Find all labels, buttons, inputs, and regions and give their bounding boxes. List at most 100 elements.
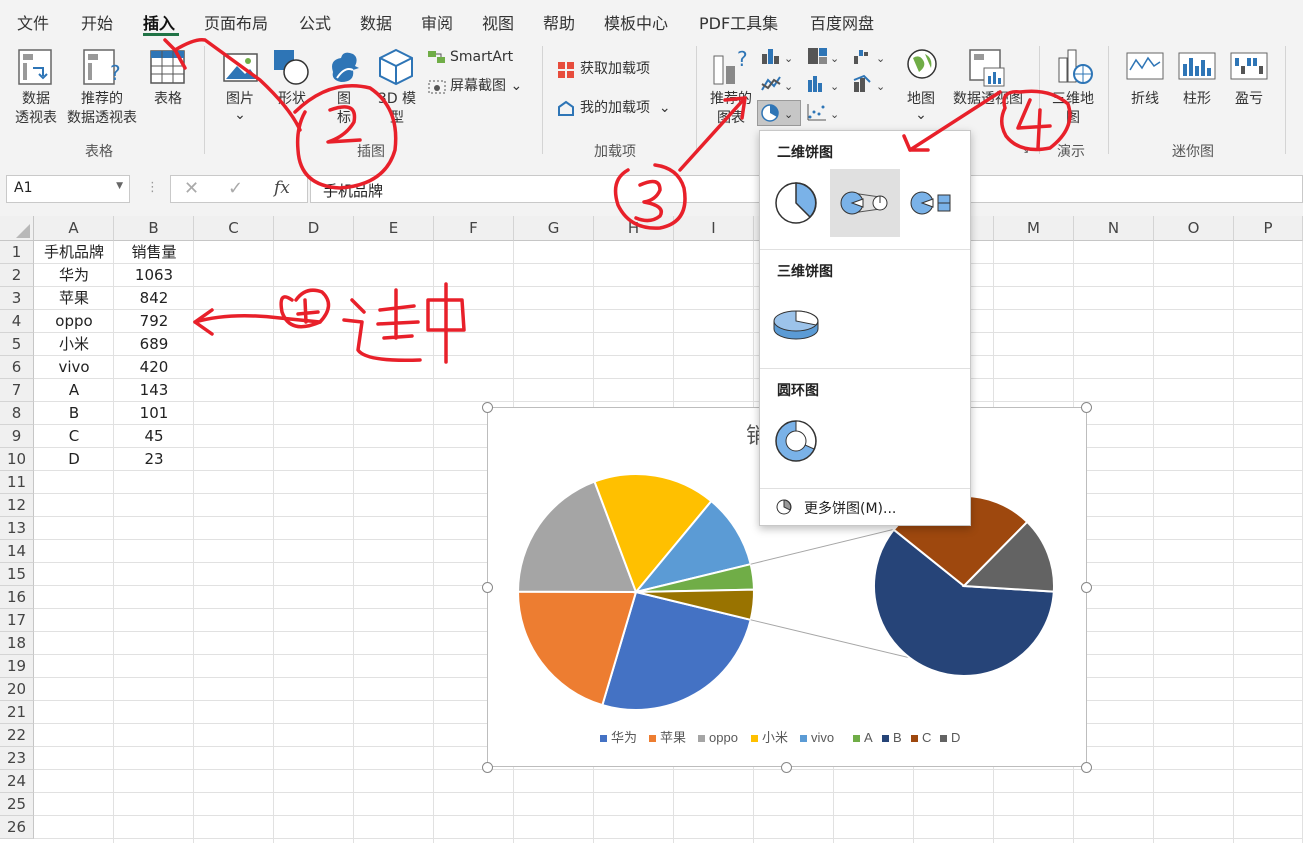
row-header-7[interactable]: 7 xyxy=(0,379,34,402)
tab-file[interactable]: 文件 xyxy=(17,10,49,34)
table-button[interactable]: 表格 xyxy=(148,90,188,109)
row-header-2[interactable]: 2 xyxy=(0,264,34,287)
cell-b2[interactable]: 1063 xyxy=(114,264,194,287)
row-header-4[interactable]: 4 xyxy=(0,310,34,333)
cell-b7[interactable]: 143 xyxy=(114,379,194,402)
cell-b4[interactable]: 792 xyxy=(114,310,194,333)
cell-a6[interactable]: vivo xyxy=(34,356,114,379)
legend-label[interactable]: C xyxy=(922,730,931,745)
waterfall-chart-icon[interactable]: ⌄ xyxy=(852,46,888,66)
row-header-25[interactable]: 25 xyxy=(0,793,34,816)
tab-pdf-tools[interactable]: PDF工具集 xyxy=(699,10,778,34)
row-header-17[interactable]: 17 xyxy=(0,609,34,632)
row-header-18[interactable]: 18 xyxy=(0,632,34,655)
line-chart-icon[interactable]: ⌄ xyxy=(760,74,796,94)
row-header-13[interactable]: 13 xyxy=(0,517,34,540)
3d-pie-option[interactable] xyxy=(766,289,826,357)
cell-b3[interactable]: 842 xyxy=(114,287,194,310)
screenshot-button[interactable]: 屏幕截图 ⌄ xyxy=(450,77,522,96)
column-header-d[interactable]: D xyxy=(274,216,354,241)
tab-baidu-netdisk[interactable]: 百度网盘 xyxy=(810,10,874,34)
tab-formulas[interactable]: 公式 xyxy=(299,10,331,34)
row-header-12[interactable]: 12 xyxy=(0,494,34,517)
recommended-pivot-button[interactable]: 推荐的 数据透视表 xyxy=(63,90,141,128)
legend-label[interactable]: 小米 xyxy=(762,730,788,745)
column-header-g[interactable]: G xyxy=(514,216,594,241)
column-header-o[interactable]: O xyxy=(1154,216,1234,241)
legend-label[interactable]: vivo xyxy=(811,730,834,745)
tab-template-center[interactable]: 模板中心 xyxy=(604,10,668,34)
insert-function-icon[interactable]: fx xyxy=(274,178,290,198)
cell-b1[interactable]: 销售量 xyxy=(114,241,194,264)
icons-button[interactable]: 图 标 xyxy=(332,90,356,128)
pivot-table-button[interactable]: 数据 透视表 xyxy=(12,90,60,128)
column-header-f[interactable]: F xyxy=(434,216,514,241)
column-header-n[interactable]: N xyxy=(1074,216,1154,241)
row-header-1[interactable]: 1 xyxy=(0,241,34,264)
charts-dialog-launcher-icon[interactable]: ↘ xyxy=(1020,143,1029,156)
row-header-22[interactable]: 22 xyxy=(0,724,34,747)
tab-insert[interactable]: 插入 xyxy=(143,10,175,34)
cell-b10[interactable]: 23 xyxy=(114,448,194,471)
row-header-6[interactable]: 6 xyxy=(0,356,34,379)
resize-handle-left[interactable] xyxy=(482,582,493,593)
legend-label[interactable]: 苹果 xyxy=(660,730,686,745)
row-header-3[interactable]: 3 xyxy=(0,287,34,310)
row-header-20[interactable]: 20 xyxy=(0,678,34,701)
tab-help[interactable]: 帮助 xyxy=(543,10,575,34)
name-box[interactable]: A1 ▼ xyxy=(6,175,130,203)
cell-b8[interactable]: 101 xyxy=(114,402,194,425)
select-all-corner[interactable] xyxy=(0,216,34,241)
cell-b5[interactable]: 689 xyxy=(114,333,194,356)
hierarchy-chart-icon[interactable]: ⌄ xyxy=(806,46,842,66)
row-header-24[interactable]: 24 xyxy=(0,770,34,793)
row-header-14[interactable]: 14 xyxy=(0,540,34,563)
resize-handle-bottom[interactable] xyxy=(781,762,792,773)
resize-handle-right[interactable] xyxy=(1081,582,1092,593)
3d-map-button[interactable]: 三维地 图 xyxy=(1047,90,1099,128)
column-header-p[interactable]: P xyxy=(1234,216,1303,241)
smartart-button[interactable]: SmartArt xyxy=(450,48,513,67)
recommended-charts-button[interactable]: 推荐的 图表 xyxy=(706,90,756,128)
cell-a5[interactable]: 小米 xyxy=(34,333,114,356)
legend-label[interactable]: A xyxy=(864,730,873,745)
pie-option[interactable] xyxy=(766,169,826,237)
doughnut-option[interactable] xyxy=(766,407,826,475)
pivot-chart-button[interactable]: 数据透视图 xyxy=(948,90,1028,109)
sparkline-winloss-button[interactable]: 盈亏 xyxy=(1229,90,1269,109)
cell-a9[interactable]: C xyxy=(34,425,114,448)
resize-handle-bottom-right[interactable] xyxy=(1081,762,1092,773)
pie-of-pie-option[interactable] xyxy=(830,169,900,237)
chevron-down-icon[interactable]: ▼ xyxy=(116,181,123,191)
pie-chart-button[interactable]: ⌄ xyxy=(757,100,801,126)
legend-label[interactable]: D xyxy=(951,730,960,745)
row-header-26[interactable]: 26 xyxy=(0,816,34,839)
tab-home[interactable]: 开始 xyxy=(81,10,113,34)
column-header-h[interactable]: H xyxy=(594,216,674,241)
sparkline-column-button[interactable]: 柱形 xyxy=(1177,90,1217,109)
tab-review[interactable]: 审阅 xyxy=(421,10,453,34)
cell-a1[interactable]: 手机品牌 xyxy=(34,241,114,264)
cell-b6[interactable]: 420 xyxy=(114,356,194,379)
column-chart-icon[interactable]: ⌄ xyxy=(760,46,796,66)
row-header-19[interactable]: 19 xyxy=(0,655,34,678)
column-header-a[interactable]: A xyxy=(34,216,114,241)
bar-of-pie-option[interactable] xyxy=(902,169,966,237)
scatter-chart-icon[interactable]: ⌄ xyxy=(806,102,842,122)
row-header-11[interactable]: 11 xyxy=(0,471,34,494)
cell-a2[interactable]: 华为 xyxy=(34,264,114,287)
picture-dropdown-arrow[interactable]: ⌄ xyxy=(232,106,248,125)
cell-b9[interactable]: 45 xyxy=(114,425,194,448)
row-header-21[interactable]: 21 xyxy=(0,701,34,724)
cell-a10[interactable]: D xyxy=(34,448,114,471)
sparkline-line-button[interactable]: 折线 xyxy=(1125,90,1165,109)
cell-a8[interactable]: B xyxy=(34,402,114,425)
column-header-i[interactable]: I xyxy=(674,216,754,241)
row-header-15[interactable]: 15 xyxy=(0,563,34,586)
resize-handle-bottom-left[interactable] xyxy=(482,762,493,773)
column-header-e[interactable]: E xyxy=(354,216,434,241)
3d-model-button[interactable]: 3D 模 型 xyxy=(372,90,422,128)
combo-chart-icon[interactable]: ⌄ xyxy=(852,74,888,94)
get-addins-button[interactable]: 获取加载项 xyxy=(580,60,650,79)
column-header-b[interactable]: B xyxy=(114,216,194,241)
